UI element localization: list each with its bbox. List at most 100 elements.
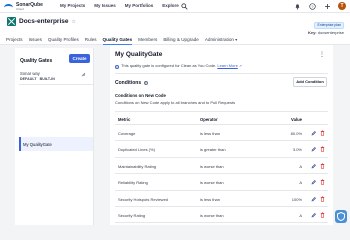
key-label: Key: xyxy=(307,30,317,35)
edit-icon[interactable] xyxy=(311,196,316,202)
edit-icon[interactable] xyxy=(311,212,316,218)
metric-cell: Reliability Rating xyxy=(118,180,148,186)
edit-icon[interactable] xyxy=(311,179,316,185)
table-row: Security Hotspots Reviewed is less than 10… xyxy=(115,191,328,207)
sidebar-item-label: Sonar way xyxy=(20,71,40,76)
table-header: Metric Operator Value xyxy=(115,111,328,125)
tab-administration-label: Administration xyxy=(204,37,234,42)
value-cell: 3.0% xyxy=(292,147,302,153)
organization-name[interactable]: Docs-enterprise xyxy=(19,18,69,25)
organization-key: Key: docsenterprise xyxy=(308,30,344,35)
shield-help-button[interactable] xyxy=(335,210,347,223)
metric-cell: Maintainability Rating xyxy=(118,163,157,169)
default-badge: DEFAULT xyxy=(20,77,37,81)
value-cell: 80.0% xyxy=(290,131,302,136)
column-metric: Metric xyxy=(118,117,131,122)
page-title: My QualityGate xyxy=(115,51,163,58)
table-row: Reliability Rating is worse than A xyxy=(115,174,328,191)
delete-icon[interactable] xyxy=(320,179,325,185)
info-icon: i xyxy=(115,64,119,69)
external-link-icon: ↗ xyxy=(238,64,242,68)
tab-rules[interactable]: Rules xyxy=(85,35,97,45)
delete-icon[interactable] xyxy=(320,163,325,169)
shield-icon xyxy=(337,212,345,221)
key-value: docsenterprise xyxy=(317,30,344,35)
built-in-badge: BUILT-IN xyxy=(39,77,55,81)
create-button[interactable]: Create xyxy=(69,54,90,63)
operator-cell: is worse than xyxy=(200,212,224,218)
delete-icon[interactable] xyxy=(320,146,325,152)
metric-cell: Security Hotspots Reviewed xyxy=(118,196,169,202)
tab-quality-profiles[interactable]: Quality Profiles xyxy=(48,35,79,45)
top-navigation-bar: SonarQube Cloud My Projects My Issues My… xyxy=(0,0,350,13)
operator-cell: is worse than xyxy=(200,163,224,169)
table-row: Duplicated Lines (%) is greater than 3.0% xyxy=(115,141,328,158)
operator-cell: is worse than xyxy=(200,180,224,186)
metric-cell: Coverage xyxy=(118,131,136,136)
clean-as-you-code-icon xyxy=(81,72,86,77)
info-text: This quality gate is configured for Clea… xyxy=(121,63,217,68)
metric-cell: Security Rating xyxy=(118,212,146,218)
quality-gate-detail: My QualityGate ⋮ i This quality gate is … xyxy=(110,45,333,225)
table-row: Maintainability Rating is worse than A xyxy=(115,158,328,175)
svg-text:?: ? xyxy=(311,4,313,8)
delete-icon[interactable] xyxy=(320,212,325,218)
nav-my-portfolios[interactable]: My Portfolios xyxy=(125,2,154,10)
user-avatar[interactable]: T xyxy=(338,2,346,10)
metric-cell: Duplicated Lines (%) xyxy=(118,147,155,153)
sidebar-item-label: My QualityGate xyxy=(23,142,52,147)
nav-explore[interactable]: Explore xyxy=(162,2,179,10)
operator-cell: is less than xyxy=(200,196,221,202)
edit-icon[interactable] xyxy=(311,130,316,136)
value-cell: A xyxy=(299,180,302,186)
help-icon[interactable]: ? xyxy=(143,80,148,85)
sidebar-title: Quality Gates xyxy=(20,58,53,64)
nav-my-issues[interactable]: My Issues xyxy=(94,2,116,10)
plan-badge: Enterprise plan xyxy=(314,22,344,29)
edit-icon[interactable] xyxy=(311,163,316,169)
project-header: Docs-enterprise ☆ Enterprise plan Key: d… xyxy=(0,13,350,45)
plus-icon[interactable] xyxy=(323,2,331,10)
favorite-star-icon[interactable]: ☆ xyxy=(72,19,76,25)
sidebar-item-sonar-way[interactable]: Sonar way DEFAULT BUILT-IN xyxy=(19,69,94,85)
nav-my-projects[interactable]: My Projects xyxy=(60,2,85,10)
operator-cell: is less than xyxy=(200,131,221,136)
table-row: Security Rating is worse than A xyxy=(115,207,328,224)
sonar-wave-icon xyxy=(4,2,14,11)
delete-icon[interactable] xyxy=(320,196,325,202)
sidebar-item-my-qualitygate[interactable]: My QualityGate xyxy=(19,137,93,151)
tab-billing-upgrade[interactable]: Billing & Upgrade xyxy=(163,35,199,45)
quality-gates-sidebar: Quality Gates Create Sonar way DEFAULT BU… xyxy=(15,48,94,225)
brand-name: SonarQube xyxy=(16,1,43,8)
table-row: Coverage is less than 80.0% xyxy=(115,125,328,142)
tab-members[interactable]: Members xyxy=(138,35,157,45)
bell-icon[interactable] xyxy=(293,2,301,10)
global-nav: My Projects My Issues My Portfolios Expl… xyxy=(60,2,179,10)
operator-cell: is greater than xyxy=(200,147,226,153)
value-cell: A xyxy=(299,163,302,169)
new-code-conditions-title: Conditions on New Code xyxy=(115,93,166,98)
organization-logo-icon xyxy=(7,17,16,26)
sonarqube-logo[interactable]: SonarQube Cloud xyxy=(4,2,43,11)
edit-icon[interactable] xyxy=(311,146,316,152)
column-operator: Operator xyxy=(200,117,218,122)
clean-as-you-code-info: i This quality gate is configured for Cl… xyxy=(115,63,242,69)
tab-projects[interactable]: Projects xyxy=(6,35,23,45)
delete-icon[interactable] xyxy=(320,130,325,136)
more-actions-icon[interactable]: ⋮ xyxy=(319,51,325,58)
column-value: Value xyxy=(291,117,302,122)
conditions-table: Metric Operator Value Coverage is less th… xyxy=(115,111,328,224)
tab-issues[interactable]: Issues xyxy=(29,35,42,45)
value-cell: A xyxy=(299,212,302,218)
divider xyxy=(115,73,328,74)
learn-more-link[interactable]: Learn More xyxy=(217,63,237,68)
search-icon[interactable] xyxy=(181,3,188,10)
organization-tabs: Projects Issues Quality Profiles Rules Q… xyxy=(6,35,237,45)
conditions-title: Conditions xyxy=(115,80,142,86)
tab-administration[interactable]: Administration ▾ xyxy=(205,35,237,45)
help-icon[interactable]: ? xyxy=(308,2,316,10)
tab-quality-gates[interactable]: Quality Gates xyxy=(102,35,132,45)
new-code-conditions-description: Conditions on New Code apply to all bran… xyxy=(115,100,236,105)
chevron-down-icon: ▾ xyxy=(235,37,238,42)
add-condition-button[interactable]: Add Condition xyxy=(293,77,327,87)
